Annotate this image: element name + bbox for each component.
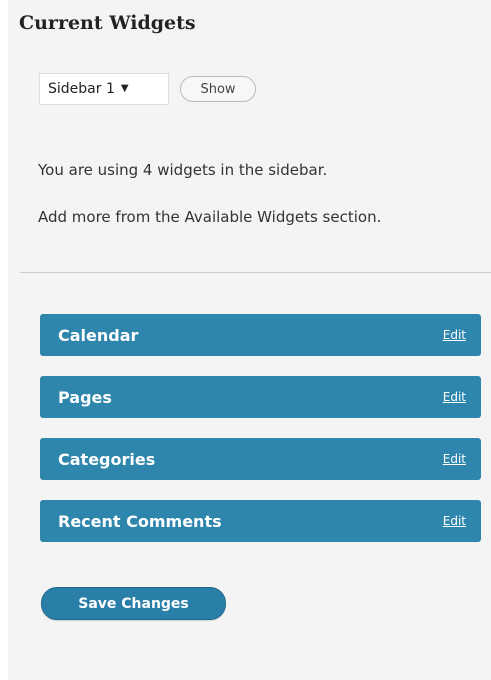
widget-item-pages[interactable]: Pages Edit (40, 376, 481, 418)
sidebar-select-value: Sidebar 1 (48, 81, 115, 97)
widget-title: Categories (58, 449, 156, 469)
widget-edit-link[interactable]: Edit (443, 390, 466, 404)
widget-title: Pages (58, 387, 112, 407)
divider (20, 272, 491, 273)
widget-edit-link[interactable]: Edit (443, 328, 466, 342)
widget-edit-link[interactable]: Edit (443, 452, 466, 466)
widget-item-calendar[interactable]: Calendar Edit (40, 314, 481, 356)
widget-edit-link[interactable]: Edit (443, 514, 466, 528)
widget-item-recent-comments[interactable]: Recent Comments Edit (40, 500, 481, 542)
widget-title: Recent Comments (58, 511, 222, 531)
widget-count-text: You are using 4 widgets in the sidebar. (38, 161, 328, 179)
panel-title: Current Widgets (19, 12, 196, 34)
sidebar-select[interactable]: Sidebar 1 ▼ (39, 73, 169, 105)
save-changes-button[interactable]: Save Changes (41, 587, 226, 620)
add-more-text: Add more from the Available Widgets sect… (38, 208, 382, 226)
show-button[interactable]: Show (180, 76, 256, 102)
caret-down-icon: ▼ (120, 83, 129, 94)
current-widgets-panel: Current Widgets Sidebar 1 ▼ Show You are… (8, 0, 491, 680)
widget-title: Calendar (58, 325, 139, 345)
widget-list: Calendar Edit Pages Edit Categories Edit… (40, 314, 481, 562)
widget-item-categories[interactable]: Categories Edit (40, 438, 481, 480)
